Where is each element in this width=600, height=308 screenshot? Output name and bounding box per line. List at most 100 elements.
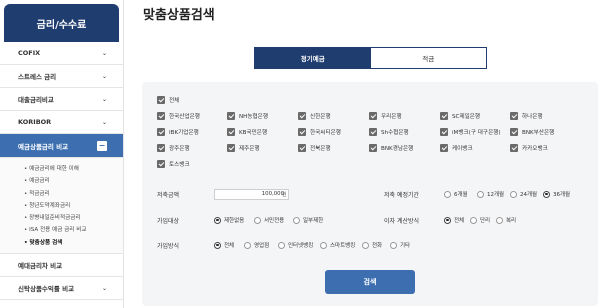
submenu-item-custom-search[interactable]: 맞춤상품 검색: [24, 237, 123, 249]
bank-checkbox[interactable]: 제주은행: [227, 144, 260, 152]
bank-checkbox[interactable]: 한국산업은행: [157, 112, 200, 120]
bank-checkbox[interactable]: 우리은행: [369, 112, 402, 120]
sidebar-item-trust-yield-compare[interactable]: 신탁상품수익률 비교 ⌄: [0, 277, 123, 301]
checkbox-checked-icon[interactable]: [227, 144, 235, 152]
bank-checkbox[interactable]: NH농협은행: [227, 112, 268, 120]
radio-selected-icon[interactable]: [214, 216, 221, 224]
sidebar-item-label: 신탁상품수익률 비교: [18, 285, 75, 294]
checkbox-checked-icon[interactable]: [227, 128, 235, 136]
bank-checkbox[interactable]: 한국씨티은행: [298, 128, 341, 136]
radio-icon[interactable]: [362, 241, 369, 249]
bank-checkbox[interactable]: SC제일은행: [440, 112, 480, 120]
submenu-item-savings-rate[interactable]: 적금금리: [24, 188, 123, 200]
target-option-partial[interactable]: 일부제한: [293, 216, 323, 224]
checkbox-checked-icon[interactable]: [298, 112, 306, 120]
radio-selected-icon[interactable]: [543, 190, 550, 198]
sidebar-item-label: 예대금리차 비교: [18, 262, 63, 271]
radio-icon[interactable]: [320, 241, 327, 249]
bank-checkbox[interactable]: 하나은행: [510, 112, 543, 120]
method-option-other[interactable]: 기타: [390, 241, 410, 249]
bank-checkbox[interactable]: Sh수협은행: [369, 128, 409, 136]
checkbox-checked-icon[interactable]: [157, 96, 165, 104]
interest-option-compound[interactable]: 복리: [496, 216, 516, 224]
collapse-icon[interactable]: −: [97, 140, 107, 151]
bank-checkbox[interactable]: KB국민은행: [227, 128, 267, 136]
target-option-unrestricted[interactable]: 제한없음: [214, 216, 244, 224]
interest-option-simple[interactable]: 단리: [470, 216, 490, 224]
sidebar-item-deposit-rate-compare[interactable]: 예금상품금리 비교 −: [0, 134, 123, 158]
radio-icon[interactable]: [510, 190, 517, 198]
bank-checkbox[interactable]: 카카오뱅크: [510, 144, 548, 152]
checkbox-checked-icon[interactable]: [510, 128, 518, 136]
checkbox-checked-icon[interactable]: [369, 112, 377, 120]
bank-checkbox-all[interactable]: 전체: [157, 96, 179, 104]
radio-icon[interactable]: [254, 216, 261, 224]
method-option-smart[interactable]: 스마트뱅킹: [320, 241, 355, 249]
radio-icon[interactable]: [496, 216, 503, 224]
radio-label: 일부제한: [303, 218, 324, 224]
radio-label: 스마트뱅킹: [330, 243, 356, 249]
radio-icon[interactable]: [470, 216, 477, 224]
submenu-item-soldier-savings-rate[interactable]: 장병내일준비적금금리: [24, 212, 123, 224]
page-title: 맞춤상품검색: [143, 8, 215, 23]
radio-icon[interactable]: [293, 216, 300, 224]
bank-checkbox[interactable]: BNK부산은행: [510, 128, 554, 136]
radio-selected-icon[interactable]: [214, 241, 221, 249]
target-option-low-income[interactable]: 서민전용: [254, 216, 284, 224]
checkbox-checked-icon[interactable]: [298, 128, 306, 136]
submenu-item-isa-rate-compare[interactable]: ISA 전용 예금 금리 비교: [24, 224, 123, 236]
bank-checkbox[interactable]: 케이뱅크: [440, 144, 473, 152]
radio-icon[interactable]: [444, 190, 451, 198]
method-option-branch[interactable]: 영업점: [244, 241, 269, 249]
tab-savings[interactable]: 적금: [370, 48, 486, 68]
checkbox-checked-icon[interactable]: [440, 112, 448, 120]
period-option-6m[interactable]: 6개월: [444, 190, 468, 198]
checkbox-checked-icon[interactable]: [369, 144, 377, 152]
checkbox-checked-icon[interactable]: [440, 144, 448, 152]
radio-icon[interactable]: [244, 241, 251, 249]
checkbox-checked-icon[interactable]: [157, 160, 165, 168]
checkbox-checked-icon[interactable]: [298, 144, 306, 152]
method-option-all[interactable]: 전체: [214, 241, 234, 249]
chevron-down-icon: ⌄: [101, 72, 107, 80]
radio-selected-icon[interactable]: [444, 216, 451, 224]
radio-icon[interactable]: [278, 241, 285, 249]
bank-checkbox[interactable]: 광주은행: [157, 144, 190, 152]
bank-checkbox[interactable]: 토스뱅크: [157, 160, 190, 168]
bank-checkbox[interactable]: 신한은행: [298, 112, 331, 120]
checkbox-checked-icon[interactable]: [369, 128, 377, 136]
interest-option-all[interactable]: 전체: [444, 216, 464, 224]
sidebar-item-koribor[interactable]: KORIBOR ⌄: [0, 111, 123, 134]
amount-unit: 원: [282, 192, 287, 198]
period-option-12m[interactable]: 12개월: [477, 190, 504, 198]
radio-icon[interactable]: [477, 190, 484, 198]
checkbox-checked-icon[interactable]: [157, 144, 165, 152]
method-option-internet[interactable]: 인터넷뱅킹: [278, 241, 313, 249]
checkbox-checked-icon[interactable]: [510, 112, 518, 120]
amount-input[interactable]: 100,000: [214, 189, 289, 200]
bank-checkbox[interactable]: iM뱅크(구 대구은행): [440, 128, 501, 136]
bank-checkbox[interactable]: 전북은행: [298, 144, 331, 152]
search-button[interactable]: 검색: [325, 270, 415, 294]
radio-icon[interactable]: [390, 241, 397, 249]
sidebar-item-spread-compare[interactable]: 예대금리차 비교: [0, 254, 123, 278]
tab-time-deposit[interactable]: 정기예금: [255, 48, 371, 68]
sidebar-item-cofix[interactable]: COFIX ⌄: [0, 42, 123, 65]
method-option-phone[interactable]: 전화: [362, 241, 382, 249]
bank-checkbox[interactable]: IBK기업은행: [157, 128, 199, 136]
bank-checkbox[interactable]: BNK경남은행: [369, 144, 413, 152]
sidebar-item-loan-rate-compare[interactable]: 대출금리비교 ⌄: [0, 88, 123, 111]
period-option-36m[interactable]: 36개월: [543, 190, 570, 198]
checkbox-checked-icon[interactable]: [157, 112, 165, 120]
submenu-item-deposit-rate[interactable]: 예금금리: [24, 175, 123, 187]
checkbox-checked-icon[interactable]: [227, 112, 235, 120]
checkbox-checked-icon[interactable]: [510, 144, 518, 152]
checkbox-checked-icon[interactable]: [440, 128, 448, 136]
period-option-24m[interactable]: 24개월: [510, 190, 537, 198]
bank-label: 광주은행: [169, 146, 190, 152]
submenu-item-deposit-rate-guide[interactable]: 예금금리에 대한 이해: [24, 163, 123, 175]
checkbox-checked-icon[interactable]: [157, 128, 165, 136]
submenu-item-youth-account-rate[interactable]: 청년도약계좌금리: [24, 200, 123, 212]
sidebar-item-stress-rate[interactable]: 스트레스 금리 ⌄: [0, 65, 123, 88]
bank-label: 토스뱅크: [169, 162, 190, 168]
